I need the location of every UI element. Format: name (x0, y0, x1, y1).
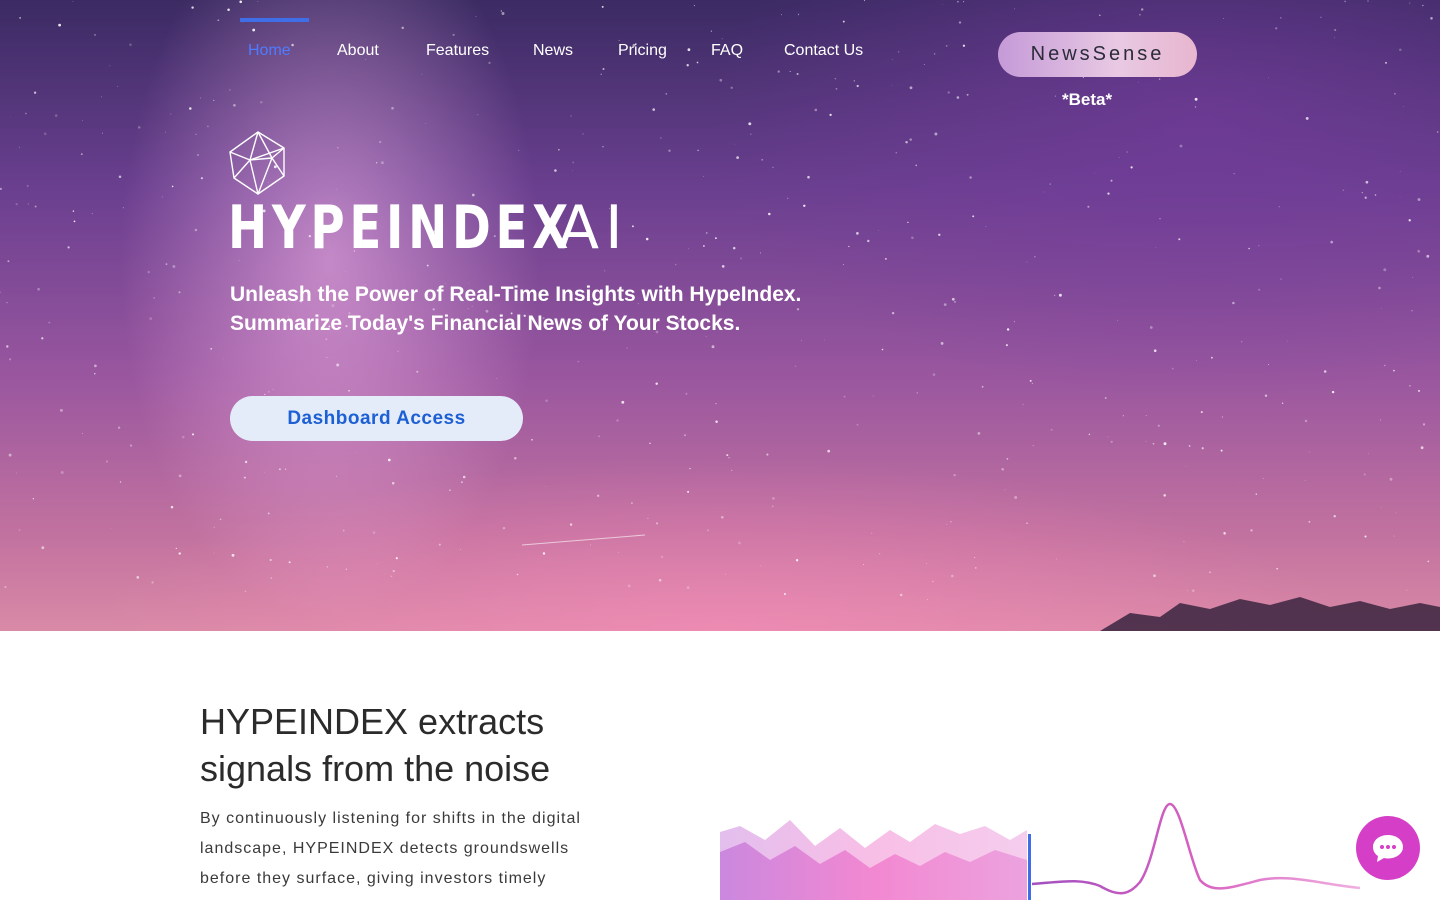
headline-line-1: HYPEINDEX extracts (200, 701, 545, 742)
headline-line-2: signals from the noise (200, 748, 551, 789)
active-nav-indicator (240, 18, 309, 22)
nav-item-contact-us[interactable]: Contact Us (784, 42, 863, 60)
divider-line (1028, 834, 1031, 900)
gem-wireframe-icon (229, 131, 285, 195)
tagline-line-1: Unleash the Power of Real-Time Insights … (230, 283, 802, 306)
beta-label: *Beta* (1062, 90, 1113, 109)
brand-main: HYPEINDEX (228, 193, 573, 263)
section-body-text: By continuously listening for shifts in … (200, 804, 600, 894)
nav-item-about[interactable]: About (337, 42, 379, 60)
nav-item-features[interactable]: Features (426, 42, 489, 60)
hero-section: Home About Features News Pricing FAQ Con… (0, 0, 1440, 631)
nav-item-home[interactable]: Home (248, 42, 291, 60)
mountain-silhouette (1100, 597, 1440, 631)
dashboard-access-button[interactable]: Dashboard Access (230, 396, 523, 441)
nav-item-news[interactable]: News (533, 42, 573, 60)
tagline-line-2: Summarize Today's Financial News of Your… (230, 312, 741, 335)
brand-suffix: AI (558, 193, 629, 263)
body-line-3: before they surface, giving investors ti… (200, 870, 547, 887)
top-navigation: Home About Features News Pricing FAQ Con… (0, 0, 1440, 90)
brand-wordmark: HYPEINDEX AI (228, 196, 670, 260)
body-line-2: landscape, HYPEINDEX detects groundswell… (200, 840, 570, 857)
hero-tagline: Unleash the Power of Real-Time Insights … (230, 280, 801, 338)
body-line-1: By continuously listening for shifts in … (200, 810, 581, 827)
signal-illustration (720, 802, 1360, 900)
chat-bubble-icon (1373, 835, 1403, 862)
newssense-button[interactable]: NewsSense (998, 32, 1197, 77)
nav-item-faq[interactable]: FAQ (711, 42, 743, 60)
chat-button[interactable] (1356, 816, 1420, 880)
signal-line (1031, 802, 1360, 895)
section-headline: HYPEINDEX extracts signals from the nois… (200, 698, 550, 792)
nav-item-pricing[interactable]: Pricing (618, 42, 667, 60)
